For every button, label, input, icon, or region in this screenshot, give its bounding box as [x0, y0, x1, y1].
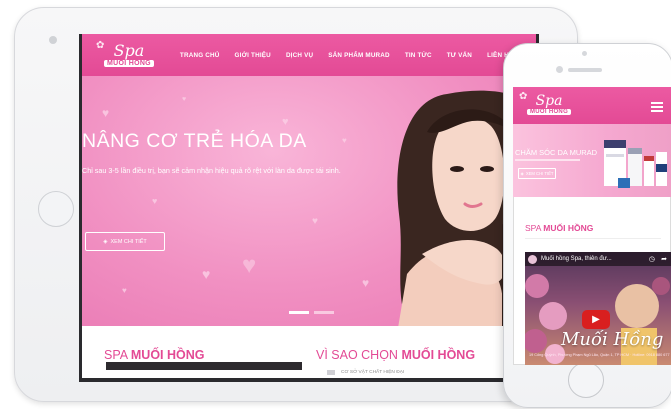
hero-cta-label: XEM CHI TIẾT: [110, 238, 147, 245]
video-address: 19 Cống Quỳnh, Phường Phạm Ngũ Lão, Quận…: [529, 353, 670, 357]
phone-banner: CHĂM SÓC DA MURAD ◈ XEM CHI TIẾT: [513, 124, 671, 197]
phone-section-heading: SPA MUỐI HỒNG: [525, 223, 593, 233]
heart-decoration: ♥: [362, 276, 370, 290]
feature-label: CƠ SỞ VẬT CHẤT HIỆN ĐẠI: [341, 370, 405, 375]
menu-item-about[interactable]: GIỚI THIỆU: [235, 52, 271, 59]
hero-cta-button[interactable]: ◈ XEM CHI TIẾT: [85, 232, 165, 251]
tablet-home-button[interactable]: [38, 191, 74, 227]
heart-decoration: ♥: [102, 106, 110, 120]
hamburger-icon[interactable]: [651, 102, 663, 114]
product-bottles-image: [604, 140, 667, 188]
logo-sub-text: MUỐI HỒNG: [104, 60, 154, 67]
phone-camera: [556, 66, 563, 73]
tag-icon: ◈: [103, 238, 108, 245]
phone-home-button[interactable]: [568, 362, 604, 398]
hero-subtitle: Chỉ sau 3-5 lần điều trị, bạn sẽ cảm nhậ…: [82, 166, 341, 175]
section-heading-spa: SPA MUỐI HỒNG: [104, 348, 204, 362]
slider-dot[interactable]: [314, 311, 334, 314]
phone-device: ✿ Spa MUỐI HỒNG CHĂM SÓC DA MURAD ◈ XEM …: [503, 43, 671, 408]
banner-subtitle-line: [515, 159, 580, 161]
heart-decoration: ♥: [202, 266, 211, 282]
tablet-navbar: ✿ Spa MUỐI HỒNG TRANG CHỦ GIỚI THIỆU DỊC…: [82, 34, 536, 76]
banner-cta-button[interactable]: ◈ XEM CHI TIẾT: [518, 168, 556, 179]
main-menu: TRANG CHỦ GIỚI THIỆU DỊCH VỤ SẢN PHẨM MU…: [180, 52, 513, 59]
menu-item-home[interactable]: TRANG CHỦ: [180, 52, 220, 59]
channel-avatar[interactable]: [528, 254, 537, 264]
heart-decoration: ♥: [182, 96, 187, 103]
tablet-camera: [49, 36, 57, 44]
phone-speaker: [568, 68, 602, 72]
hero-title: NÂNG CƠ TRẺ HÓA DA: [82, 130, 307, 152]
share-icon[interactable]: ➦: [661, 255, 667, 263]
heart-decoration: ♥: [152, 196, 158, 206]
phone-navbar: ✿ Spa MUỐI HỒNG: [513, 87, 671, 124]
menu-item-murad-products[interactable]: SẢN PHẨM MURAD: [328, 52, 390, 59]
banner-cta-label: XEM CHI TIẾT: [525, 171, 554, 176]
menu-item-consult[interactable]: TƯ VẤN: [447, 52, 472, 59]
video-brand-script: Muối Hồng: [561, 329, 664, 350]
youtube-video-embed[interactable]: Muối hồng Spa, thiên đư... ◷ ➦ ▶ Muối Hồ…: [525, 252, 671, 365]
logo-sub-text: MUỐI HỒNG: [527, 109, 572, 115]
brand-logo[interactable]: ✿ Spa MUỐI HỒNG: [519, 91, 572, 115]
slider-dots: [289, 311, 334, 314]
heading-highlight: MUỐI HỒNG: [543, 223, 594, 233]
menu-item-news[interactable]: TIN TỨC: [405, 52, 432, 59]
heart-decoration: ♥: [312, 216, 318, 227]
phone-sensor: [582, 51, 587, 56]
slider-dot[interactable]: [289, 311, 309, 314]
feature-item: CƠ SỞ VẬT CHẤT HIỆN ĐẠI: [327, 370, 404, 375]
heart-decoration: ♥: [122, 286, 127, 295]
section-heading-why: VÌ SAO CHỌN MUỐI HỒNG: [316, 348, 475, 362]
flower-icon: ✿: [519, 91, 528, 102]
flower-icon: ✿: [96, 40, 105, 51]
menu-item-services[interactable]: DỊCH VỤ: [286, 52, 313, 59]
tablet-device: ✿ Spa MUỐI HỒNG TRANG CHỦ GIỚI THIỆU DỊC…: [14, 7, 578, 402]
heart-decoration: ♥: [282, 116, 289, 128]
banner-title: CHĂM SÓC DA MURAD: [515, 148, 598, 157]
heart-decoration: ♥: [342, 136, 347, 145]
heading-highlight: MUỐI HỒNG: [130, 348, 205, 362]
heading-highlight: MUỐI HỒNG: [401, 348, 476, 362]
logo-main-text: Spa: [113, 41, 145, 60]
hero-slider: ♥ ♥ ♥ ♥ ♥ ♥ ♥ ♥ ♥ ♥ NÂNG CƠ TRẺ HÓA DA C…: [82, 76, 536, 326]
brand-logo[interactable]: ✿ Spa MUỐI HỒNG: [96, 40, 154, 67]
heading-prefix: SPA: [525, 223, 544, 233]
logo-main-text: Spa: [535, 93, 563, 109]
heading-prefix: SPA: [104, 348, 131, 362]
tablet-screen: ✿ Spa MUỐI HỒNG TRANG CHỦ GIỚI THIỆU DỊC…: [79, 34, 539, 382]
play-icon[interactable]: ▶: [582, 310, 610, 329]
video-embed[interactable]: [106, 362, 302, 370]
tag-icon: ◈: [520, 171, 524, 176]
divider: [525, 238, 661, 239]
video-title[interactable]: Muối hồng Spa, thiên đư...: [541, 256, 612, 262]
clock-icon[interactable]: ◷: [649, 255, 655, 263]
facility-icon: [327, 370, 335, 375]
tablet-content: SPA MUỐI HỒNG VÌ SAO CHỌN MUỐI HỒNG: [82, 326, 536, 378]
heart-decoration: ♥: [242, 252, 257, 279]
heading-prefix: VÌ SAO CHỌN: [316, 348, 402, 362]
phone-screen: ✿ Spa MUỐI HỒNG CHĂM SÓC DA MURAD ◈ XEM …: [513, 87, 671, 365]
